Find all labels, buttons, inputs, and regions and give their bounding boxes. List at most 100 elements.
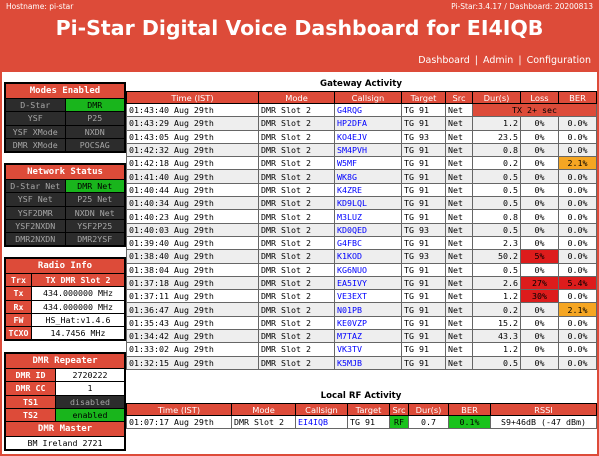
callsign-link[interactable]: WK8G	[337, 172, 357, 182]
callsign-link[interactable]: EA5IVY	[337, 278, 367, 288]
callsign-link[interactable]: W5MF	[337, 158, 357, 168]
callsign-link[interactable]: HP2DFA	[337, 118, 367, 128]
duration-cell: 0.7	[408, 414, 449, 430]
ber-cell: 0.0%	[558, 249, 597, 264]
time-cell: 01:40:34 Aug 29th	[126, 196, 259, 211]
repeater-value-ts2: enabled	[55, 407, 125, 423]
mode-cell: DMR Slot 2	[258, 169, 335, 184]
mode-cell: DMR Slot 2	[258, 142, 335, 158]
ber-cell: 0.0%	[558, 209, 597, 224]
duration-cell: 2.3	[472, 235, 521, 251]
nav-admin-link[interactable]: Admin	[483, 55, 513, 66]
target-cell: TG 93	[401, 129, 446, 144]
gateway-col-time-ist[interactable]: Time (IST)	[126, 91, 259, 104]
mode-cell: DMR Slot 2	[258, 182, 335, 198]
rf-col-time-ist[interactable]: Time (IST)	[126, 403, 232, 416]
callsign-link[interactable]: K4ZRE	[337, 185, 362, 195]
nav-configuration-link[interactable]: Configuration	[527, 55, 591, 66]
src-cell: Net	[445, 249, 473, 264]
target-cell: TG 91	[401, 182, 446, 198]
network-row: YSF2DMR NXDN Net	[5, 205, 125, 220]
gateway-col-dur-s[interactable]: Dur(s)	[472, 91, 521, 104]
gateway-col-src[interactable]: Src	[445, 91, 473, 104]
target-cell: TG 91	[401, 329, 446, 344]
table-row: 01:37:11 Aug 29th DMR Slot 2 VE3EXT TG 91 Ne…	[126, 289, 597, 304]
time-cell: 01:07:17 Aug 29th	[126, 414, 232, 430]
callsign-link[interactable]: K5MJB	[337, 358, 362, 368]
callsign-link[interactable]: VK3TV	[337, 344, 362, 354]
rf-col-mode[interactable]: Mode	[231, 403, 296, 416]
modes-indicator-nxdn: NXDN	[64, 124, 125, 139]
callsign-link[interactable]: EI4IQB	[298, 417, 328, 427]
callsign-cell: N01PB	[334, 302, 402, 317]
network-indicator-ysf2dmr: YSF2DMR	[5, 205, 66, 220]
time-cell: 01:43:40 Aug 29th	[126, 102, 259, 118]
src-cell: Net	[445, 142, 473, 158]
src-cell: Net	[445, 315, 473, 331]
loss-cell: 0%	[520, 329, 559, 344]
network-indicator-ysf2nxdn: YSF2NXDN	[5, 218, 66, 234]
gateway-col-target[interactable]: Target	[401, 91, 446, 104]
rf-col-ber[interactable]: BER	[448, 403, 491, 416]
ber-cell: 0.0%	[558, 329, 597, 344]
callsign-cell: EI4IQB	[295, 414, 348, 430]
callsign-cell: M3LUZ	[334, 209, 402, 224]
callsign-link[interactable]: KD9LQL	[337, 198, 367, 208]
table-row: 01:40:23 Aug 29th DMR Slot 2 M3LUZ TG 91 Net…	[126, 209, 597, 224]
table-row: 01:35:43 Aug 29th DMR Slot 2 KE0VZP TG 91 Ne…	[126, 315, 597, 331]
callsign-link[interactable]: KE0VZP	[337, 318, 367, 328]
gateway-col-mode[interactable]: Mode	[258, 91, 335, 104]
network-row: DMR2NXDN DMR2YSF	[5, 232, 125, 247]
callsign-link[interactable]: VE3EXT	[337, 291, 367, 301]
network-status-title: Network Status	[5, 164, 125, 180]
src-cell: Net	[445, 235, 473, 251]
modes-indicator-ysf: YSF	[5, 111, 66, 126]
target-cell: TG 91	[401, 262, 446, 277]
duration-cell: 1.2	[472, 342, 521, 357]
loss-cell: 0%	[520, 302, 559, 317]
src-cell: Net	[445, 222, 473, 237]
rf-col-dur-s[interactable]: Dur(s)	[408, 403, 449, 416]
callsign-link[interactable]: N01PB	[337, 305, 362, 315]
target-cell: TG 91	[401, 275, 446, 291]
modes-indicator-d-star: D-Star	[5, 97, 66, 113]
gateway-col-callsign[interactable]: Callsign	[334, 91, 402, 104]
rf-col-callsign[interactable]: Callsign	[295, 403, 348, 416]
time-cell: 01:40:03 Aug 29th	[126, 222, 259, 237]
table-row: 01:43:40 Aug 29th DMR Slot 2 G4RQG TG 91 Net…	[126, 102, 597, 118]
callsign-link[interactable]: KO4EJV	[337, 132, 367, 142]
table-row: 01:32:15 Aug 29th DMR Slot 2 K5MJB TG 91 Net…	[126, 355, 597, 370]
nav-dashboard-link[interactable]: Dashboard	[418, 55, 470, 66]
mode-cell: DMR Slot 2	[258, 156, 335, 171]
rf-col-src[interactable]: Src	[389, 403, 409, 416]
rf-col-target[interactable]: Target	[347, 403, 390, 416]
mode-cell: DMR Slot 2	[258, 249, 335, 264]
target-cell: TG 91	[401, 156, 446, 171]
callsign-link[interactable]: SM4PVH	[337, 145, 367, 155]
src-cell: Net	[445, 116, 473, 131]
callsign-link[interactable]: M7TAZ	[337, 331, 362, 341]
target-cell: TG 91	[401, 235, 446, 251]
table-row: 01:43:29 Aug 29th DMR Slot 2 HP2DFA TG 91 Ne…	[126, 116, 597, 131]
table-row: 01:43:05 Aug 29th DMR Slot 2 KO4EJV TG 93 Ne…	[126, 129, 597, 144]
callsign-link[interactable]: K1KOD	[337, 251, 362, 261]
callsign-link[interactable]: M3LUZ	[337, 212, 362, 222]
gateway-col-loss[interactable]: Loss	[520, 91, 559, 104]
modes-indicator-p25: P25	[64, 111, 125, 126]
network-row: YSF Net P25 Net	[5, 192, 125, 207]
radio-label-trx: Trx	[5, 272, 32, 288]
callsign-link[interactable]: G4FBC	[337, 238, 362, 248]
mode-cell: DMR Slot 2	[258, 289, 335, 304]
callsign-link[interactable]: G4RQG	[337, 105, 362, 115]
target-cell: TG 91	[401, 355, 446, 370]
callsign-link[interactable]: KG6NUO	[337, 265, 367, 275]
table-row: 01:40:44 Aug 29th DMR Slot 2 K4ZRE TG 91 Net…	[126, 182, 597, 198]
ber-cell: 0.0%	[558, 182, 597, 198]
rf-col-rssi[interactable]: RSSI	[490, 403, 597, 416]
src-cell: Net	[445, 262, 473, 277]
callsign-link[interactable]: KD0QED	[337, 225, 367, 235]
gateway-col-ber[interactable]: BER	[558, 91, 597, 104]
src-cell: Net	[445, 302, 473, 317]
callsign-cell: K5MJB	[334, 355, 402, 370]
modes-enabled-title: Modes Enabled	[5, 83, 125, 99]
